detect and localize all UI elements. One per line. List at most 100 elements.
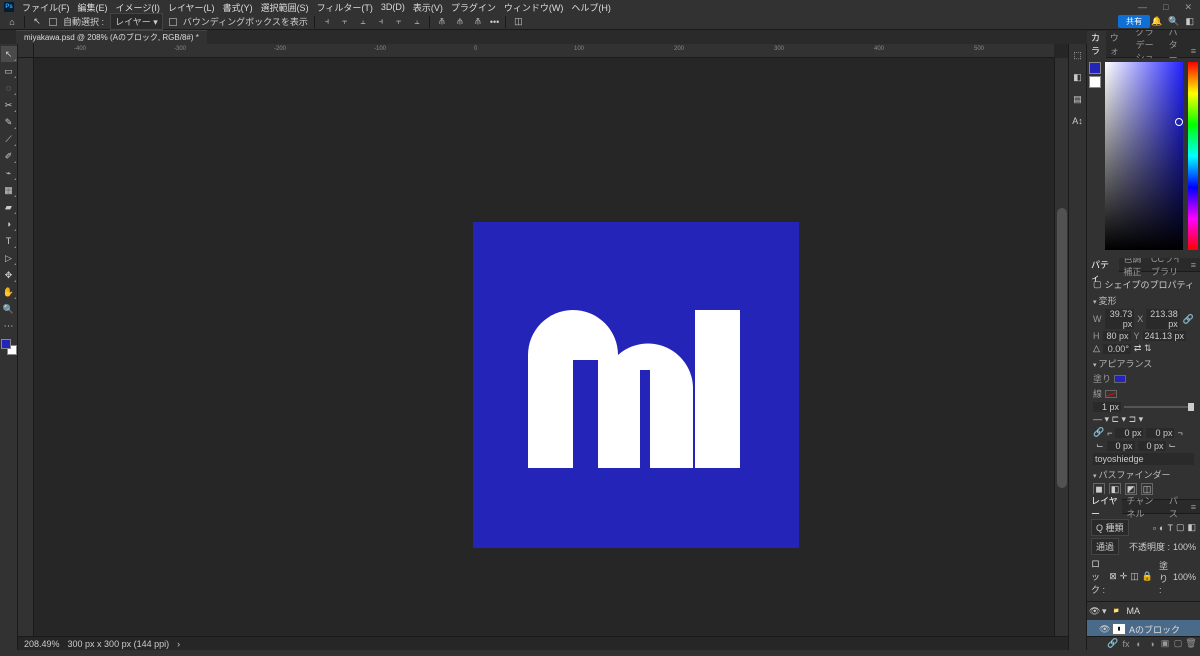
document-info[interactable]: 300 px x 300 px (144 ppi) — [68, 639, 170, 649]
share-button[interactable]: 共有 — [1118, 15, 1150, 28]
color-field[interactable] — [1105, 62, 1183, 250]
scrollbar-vertical[interactable] — [1054, 58, 1068, 636]
search-icon[interactable]: 🔍 — [1168, 16, 1179, 27]
delete-layer-icon[interactable]: 🗑 — [1186, 639, 1196, 649]
eyedropper-tool[interactable]: ✎ — [1, 114, 17, 130]
angle-input[interactable]: 0.00° — [1103, 344, 1131, 354]
document-canvas[interactable] — [473, 222, 799, 548]
menu-layer[interactable]: レイヤー(L) — [164, 1, 219, 14]
layer-name[interactable]: Aのブロック — [1129, 623, 1198, 636]
home-icon[interactable]: ⌂ — [6, 16, 18, 28]
align-center-h-icon[interactable]: ⫟ — [339, 16, 351, 28]
lock-icon[interactable]: 🔒 — [1142, 571, 1153, 582]
zoom-level[interactable]: 208.49% — [24, 639, 60, 649]
scrollbar-thumb[interactable] — [1057, 208, 1067, 488]
menu-edit[interactable]: 編集(E) — [74, 1, 112, 14]
canvas-area[interactable]: -400 -300 -200 -100 0 100 200 300 400 50… — [18, 44, 1068, 650]
lock-pixels-icon[interactable]: ◫ — [1130, 571, 1139, 582]
visibility-toggle[interactable]: 👁 — [1089, 606, 1099, 617]
ruler-vertical[interactable] — [18, 58, 34, 636]
character-panel-icon[interactable]: A↕ — [1071, 114, 1085, 128]
menu-3d[interactable]: 3D(D) — [377, 2, 409, 12]
align-center-v-icon[interactable]: ⫟ — [393, 16, 405, 28]
lock-all-icon[interactable]: ⊠ — [1109, 571, 1117, 582]
layer-group[interactable]: 👁 ▾ 📁 MA — [1087, 602, 1200, 620]
menu-file[interactable]: ファイル(F) — [18, 1, 74, 14]
history-panel-icon[interactable]: ⬚ — [1071, 48, 1085, 62]
align-right-icon[interactable]: ⫠ — [357, 16, 369, 28]
notifications-icon[interactable]: 🔔 — [1151, 16, 1162, 27]
new-layer-icon[interactable]: ▢ — [1173, 639, 1183, 649]
layer-item[interactable]: 👁 ▮ Aのブロック — [1087, 620, 1200, 636]
menu-filter[interactable]: フィルター(T) — [313, 1, 377, 14]
flip-buttons[interactable]: ⇄ ⇅ — [1134, 343, 1152, 354]
edit-toolbar-icon[interactable]: ⋯ — [1, 318, 17, 334]
corner-bl-input[interactable]: 0 px — [1107, 441, 1135, 451]
pencil-tool[interactable]: ✐ — [1, 148, 17, 164]
autoselect-mode[interactable]: レイヤー ▾ — [110, 13, 163, 30]
menu-view[interactable]: 表示(V) — [409, 1, 447, 14]
new-group-icon[interactable]: ▣ — [1160, 639, 1170, 649]
marquee-tool[interactable]: ▭ — [1, 63, 17, 79]
close-button[interactable]: ✕ — [1180, 2, 1196, 13]
visibility-toggle[interactable]: 👁 — [1099, 624, 1109, 635]
y-input[interactable]: 241.13 px — [1143, 331, 1187, 341]
zoom-tool[interactable]: 🔍 — [1, 301, 17, 317]
opacity-value[interactable]: 100% — [1173, 542, 1196, 552]
3d-mode-icon[interactable]: ◫ — [512, 16, 524, 28]
corner-link-icon[interactable]: 🔗 — [1093, 427, 1104, 438]
filter-shape-icon[interactable]: ▢ — [1176, 522, 1185, 533]
layer-kind-filter[interactable]: Q 種類 — [1091, 519, 1129, 536]
filter-smart-icon[interactable]: ◧ — [1187, 522, 1196, 533]
menu-image[interactable]: イメージ(I) — [112, 1, 164, 14]
workspace-icon[interactable]: ◧ — [1185, 16, 1194, 27]
distribute-icon[interactable]: ⫛ — [454, 16, 466, 28]
healing-tool[interactable]: ⌁ — [1, 165, 17, 181]
crop-tool[interactable]: ✂ — [1, 97, 17, 113]
corner-br-input[interactable]: 0 px — [1138, 441, 1166, 451]
group-toggle-icon[interactable]: ▾ — [1102, 606, 1107, 617]
bg-color-swatch[interactable] — [1089, 76, 1101, 88]
libraries-panel-icon[interactable]: ▤ — [1071, 92, 1085, 106]
filter-image-icon[interactable]: ▫ — [1153, 523, 1156, 533]
shape-tool[interactable]: ✥ — [1, 267, 17, 283]
lasso-tool[interactable]: ◌ — [1, 80, 17, 96]
menu-window[interactable]: ウィンドウ(W) — [500, 1, 568, 14]
ruler-horizontal[interactable]: -400 -300 -200 -100 0 100 200 300 400 50… — [34, 44, 1054, 58]
boundingbox-checkbox[interactable] — [169, 18, 177, 26]
dodge-tool[interactable]: ◑ — [1, 216, 17, 232]
menu-select[interactable]: 選択範囲(S) — [257, 1, 313, 14]
path-tool[interactable]: ▷ — [1, 250, 17, 266]
status-chevron-icon[interactable]: › — [177, 639, 180, 649]
layer-mask-icon[interactable]: ◐ — [1134, 639, 1144, 649]
x-input[interactable]: 213.38 px — [1146, 309, 1180, 329]
layer-name[interactable]: MA — [1127, 606, 1198, 616]
color-cursor[interactable] — [1175, 118, 1183, 126]
fg-color-swatch[interactable] — [1089, 62, 1101, 74]
adjustment-layer-icon[interactable]: ◑ — [1147, 639, 1157, 649]
corner-tr-input[interactable]: 0 px — [1146, 428, 1174, 438]
minimize-button[interactable]: — — [1134, 2, 1151, 13]
align-left-icon[interactable]: ⫞ — [321, 16, 333, 28]
stroke-slider[interactable] — [1124, 406, 1194, 408]
blend-mode-select[interactable]: 通過 — [1091, 538, 1119, 555]
distribute-icon[interactable]: ⫚ — [472, 16, 484, 28]
fill-swatch[interactable] — [1114, 375, 1126, 383]
filter-text-icon[interactable]: T — [1167, 523, 1173, 533]
panel-menu-icon[interactable]: ≡ — [1187, 502, 1200, 512]
color-swatches[interactable] — [1, 339, 17, 355]
filter-adj-icon[interactable]: ◐ — [1159, 523, 1164, 533]
stroke-swatch[interactable] — [1105, 390, 1117, 398]
width-input[interactable]: 39.73 px — [1105, 309, 1135, 329]
adjustments-panel-icon[interactable]: ◧ — [1071, 70, 1085, 84]
height-input[interactable]: 80 px — [1103, 331, 1131, 341]
menu-plugin[interactable]: プラグイン — [447, 1, 500, 14]
type-tool[interactable]: T — [1, 233, 17, 249]
foreground-swatch[interactable] — [1, 339, 11, 349]
move-tool[interactable]: ↖ — [1, 46, 17, 62]
panel-menu-icon[interactable]: ≡ — [1187, 46, 1200, 56]
stroke-width-input[interactable]: 1 px — [1093, 402, 1121, 412]
fill-tool[interactable]: ▰ — [1, 199, 17, 215]
hue-slider[interactable] — [1188, 62, 1198, 250]
more-options[interactable]: ••• — [490, 17, 499, 27]
